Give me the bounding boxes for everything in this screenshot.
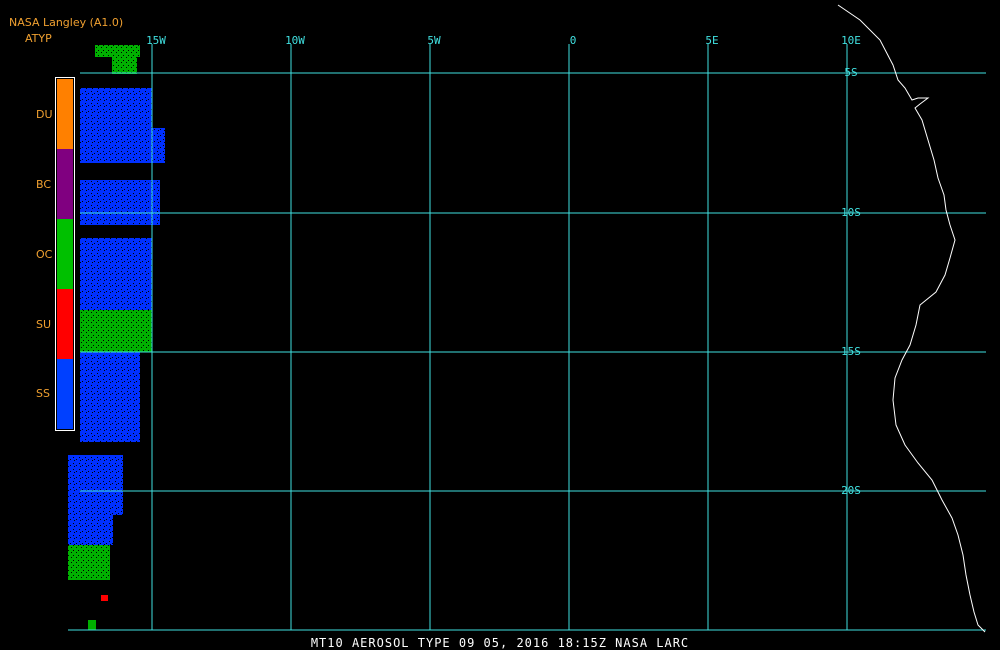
aerosol-type-legend xyxy=(55,77,75,431)
longitude-label: 15W xyxy=(146,34,166,47)
longitude-label: 10E xyxy=(841,34,861,47)
legend-label-du: DU xyxy=(36,108,53,121)
latitude-label: 15S xyxy=(841,345,861,358)
legend-label-bc: BC xyxy=(36,178,52,191)
latitude-label: 20S xyxy=(841,484,861,497)
source-title: NASA Langley (A1.0) xyxy=(9,16,124,29)
africa-coastline xyxy=(837,4,986,633)
longitude-label: 5W xyxy=(427,34,441,47)
aerosol-swath xyxy=(68,45,165,630)
latitude-label: 10S xyxy=(841,206,861,219)
map-caption: MT10 AEROSOL TYPE 09 05, 2016 18:15Z NAS… xyxy=(310,636,690,650)
longitude-label: 10W xyxy=(285,34,305,47)
legend-label-oc: OC xyxy=(36,248,53,261)
legend-swatch-du xyxy=(57,79,73,149)
product-title: ATYP xyxy=(25,32,52,45)
legend-label-su: SU xyxy=(36,318,52,331)
legend-swatch-su xyxy=(57,289,73,359)
legend-swatch-ss xyxy=(57,359,73,429)
latitude-label: 5S xyxy=(844,66,857,79)
lat-lon-grid xyxy=(68,44,986,631)
legend-label-ss: SS xyxy=(36,387,50,400)
longitude-label: 0 xyxy=(570,34,577,47)
longitude-label: 5E xyxy=(705,34,718,47)
map-panel: 15W 10W 5W 0 5E 10E 5S 10S 15S 20S xyxy=(68,4,986,633)
legend-swatch-bc xyxy=(57,149,73,219)
legend-swatch-oc xyxy=(57,219,73,289)
grid-labels: 15W 10W 5W 0 5E 10E 5S 10S 15S 20S xyxy=(146,34,861,497)
